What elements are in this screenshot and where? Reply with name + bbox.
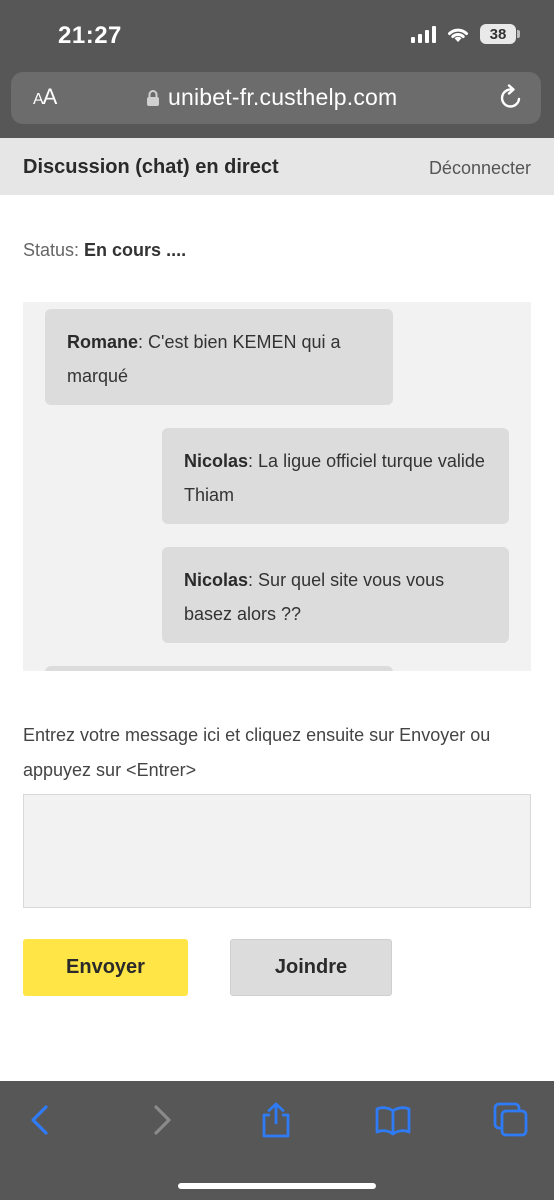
reader-options-button[interactable]: AA [33,84,57,110]
lock-icon [147,89,159,106]
chat-header: Discussion (chat) en direct Déconnecter [0,138,554,195]
home-indicator [178,1183,376,1189]
status-value: En cours .... [84,240,187,260]
message-input[interactable] [23,794,531,908]
url-display[interactable]: unibet-fr.custhelp.com [146,84,397,111]
page-title: Discussion (chat) en direct [23,156,279,178]
share-icon[interactable] [257,1101,295,1139]
forward-icon[interactable] [142,1101,180,1139]
status-indicators: 38 [411,24,520,44]
url-text: unibet-fr.custhelp.com [168,84,398,110]
battery-indicator: 38 [480,24,520,44]
chat-transcript[interactable]: Romane: C'est bien KEMEN qui a marqué Ni… [23,302,531,671]
tabs-icon[interactable] [492,1101,530,1139]
chat-message-partial [45,666,393,671]
browser-top-chrome: 21:27 38 AA unibet-fr.custhelp.com [0,0,554,138]
back-icon[interactable] [22,1101,60,1139]
battery-level: 38 [489,25,507,43]
message-author: Romane [67,332,139,352]
status-time: 21:27 [58,22,122,49]
message-author: Nicolas [184,570,249,590]
address-bar[interactable]: AA unibet-fr.custhelp.com [11,72,541,124]
chat-message: Nicolas: Sur quel site vous vous basez a… [162,547,509,643]
disconnect-link[interactable]: Déconnecter [429,158,531,179]
chat-message: Romane: C'est bien KEMEN qui a marqué [45,309,393,405]
message-author: Nicolas [184,451,249,471]
status-label: Status: [23,240,80,260]
cellular-signal-icon [411,25,436,43]
wifi-icon [448,28,468,42]
composer-instruction: Entrez votre message ici et cliquez ensu… [23,725,491,780]
bookmarks-icon[interactable] [374,1101,412,1139]
reload-icon[interactable] [497,84,525,112]
chat-message: Nicolas: La ligue officiel turque valide… [162,428,509,524]
send-button[interactable]: Envoyer [23,939,188,996]
chat-status: Status: En cours .... [23,240,186,261]
attach-button[interactable]: Joindre [230,939,392,996]
